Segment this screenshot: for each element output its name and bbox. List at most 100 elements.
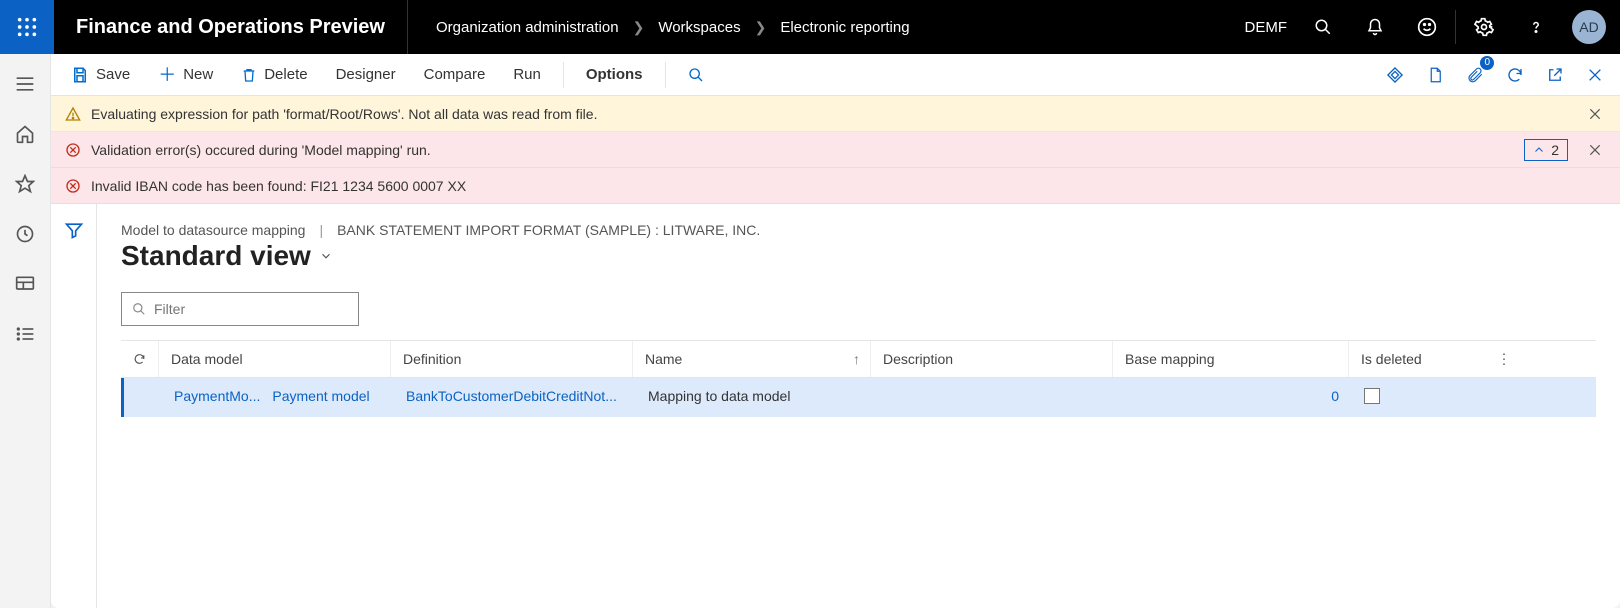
row-description [874,378,1116,417]
separator [665,62,666,88]
column-header-data-model[interactable]: Data model [159,341,391,377]
trash-icon [241,66,257,84]
warning-icon [65,106,81,122]
nav-recent-button[interactable] [0,218,51,250]
app-launcher-button[interactable] [0,0,54,54]
close-button[interactable] [1580,60,1610,90]
row-selector[interactable] [124,378,162,417]
definition-link[interactable]: BankToCustomerDebitCreditNot... [406,388,617,404]
data-model-full-link[interactable]: Payment model [272,388,369,404]
delete-button[interactable]: Delete [231,60,317,90]
help-button[interactable] [1510,0,1562,54]
page-options-button[interactable] [1420,60,1450,90]
refresh-icon [133,351,146,367]
separator: | [319,222,323,238]
error-summary-message: Validation error(s) occured during 'Mode… [51,132,1620,168]
column-header-definition[interactable]: Definition [391,341,633,377]
save-button[interactable]: Save [61,60,140,90]
funnel-icon [64,220,84,240]
search-icon [688,67,704,83]
designer-button[interactable]: Designer [326,60,406,89]
data-model-link[interactable]: PaymentMo... [174,388,260,404]
nav-favorites-button[interactable] [0,168,51,200]
app-title: Finance and Operations Preview [54,0,408,54]
page-icon [1426,65,1444,85]
refresh-icon [1506,66,1524,84]
quick-filter-input[interactable] [154,301,348,317]
data-grid: Data model Definition Name ↑ Description… [121,340,1596,417]
chevron-right-icon: ❯ [755,19,767,36]
column-header-is-deleted[interactable]: Is deleted ⋮ [1349,341,1517,377]
chevron-up-icon [1533,144,1545,156]
notifications-button[interactable] [1349,0,1401,54]
user-avatar[interactable]: AD [1572,10,1606,44]
error-icon [65,142,81,158]
chevron-down-icon[interactable] [319,249,333,263]
nav-expand-button[interactable] [0,68,51,100]
breadcrumb: Organization administration ❯ Workspaces… [408,19,1235,36]
filter-pane-button[interactable] [64,220,84,608]
sort-asc-icon: ↑ [853,351,860,367]
error-icon [65,178,81,194]
nav-home-button[interactable] [0,118,51,150]
dismiss-warning-button[interactable] [1584,103,1606,125]
new-button[interactable]: ＋ New [148,60,223,90]
error-summary-text: Validation error(s) occured during 'Mode… [91,142,431,158]
close-icon [1588,143,1602,157]
feedback-button[interactable] [1401,0,1453,54]
bell-icon [1366,17,1384,37]
save-icon [71,66,89,84]
attachments-button[interactable]: 0 [1460,60,1490,90]
breadcrumb-item[interactable]: Organization administration [436,19,619,36]
dismiss-error-button[interactable] [1584,139,1606,161]
collapse-errors-button[interactable]: 2 [1524,139,1568,161]
star-icon [15,174,35,194]
search-icon [132,302,146,316]
breadcrumb-item[interactable]: Workspaces [658,19,740,36]
warning-message: Evaluating expression for path 'format/R… [51,96,1620,132]
select-all-header[interactable] [121,341,159,377]
compare-button[interactable]: Compare [414,60,496,89]
command-bar: Save ＋ New Delete Designer Compare Run O… [51,54,1620,96]
column-header-name[interactable]: Name ↑ [633,341,871,377]
list-icon [15,325,35,343]
run-button[interactable]: Run [503,60,551,89]
checkbox-unchecked-icon[interactable] [1364,388,1380,404]
options-button[interactable]: Options [576,60,653,89]
diamond-icon [1385,65,1405,85]
home-icon [15,124,35,144]
column-options-button[interactable]: ⋮ [1497,351,1511,368]
refresh-button[interactable] [1500,60,1530,90]
search-icon [1314,18,1332,36]
row-is-deleted[interactable] [1352,378,1520,417]
row-name: Mapping to data model [636,378,874,417]
settings-button[interactable] [1458,0,1510,54]
chevron-right-icon: ❯ [633,19,645,36]
search-button[interactable] [1297,0,1349,54]
workspace-icon [15,275,35,293]
plus-icon: ＋ [158,66,176,84]
cmd-search-button[interactable] [678,61,714,89]
company-selector[interactable]: DEMF [1235,19,1298,36]
gear-icon [1474,17,1494,37]
view-name[interactable]: Standard view [121,240,311,272]
popout-icon [1546,66,1564,84]
nav-workspaces-button[interactable] [0,268,51,300]
separator [1455,10,1456,44]
row-base-mapping: 0 [1116,378,1352,417]
attachments-badge: 0 [1480,56,1494,70]
breadcrumb-item[interactable]: Electronic reporting [780,19,909,36]
page-subtitle-left: Model to datasource mapping [121,222,305,238]
column-header-description[interactable]: Description [871,341,1113,377]
clock-icon [15,224,35,244]
hamburger-icon [15,76,35,92]
page-subtitle-right: BANK STATEMENT IMPORT FORMAT (SAMPLE) : … [337,222,760,238]
table-row[interactable]: PaymentMo... Payment model BankToCustome… [121,378,1596,417]
quick-filter[interactable] [121,292,359,326]
personalize-button[interactable] [1380,60,1410,90]
column-header-base-mapping[interactable]: Base mapping [1113,341,1349,377]
nav-modules-button[interactable] [0,318,51,350]
popout-button[interactable] [1540,60,1570,90]
warning-text: Evaluating expression for path 'format/R… [91,106,597,122]
left-nav [0,54,51,608]
